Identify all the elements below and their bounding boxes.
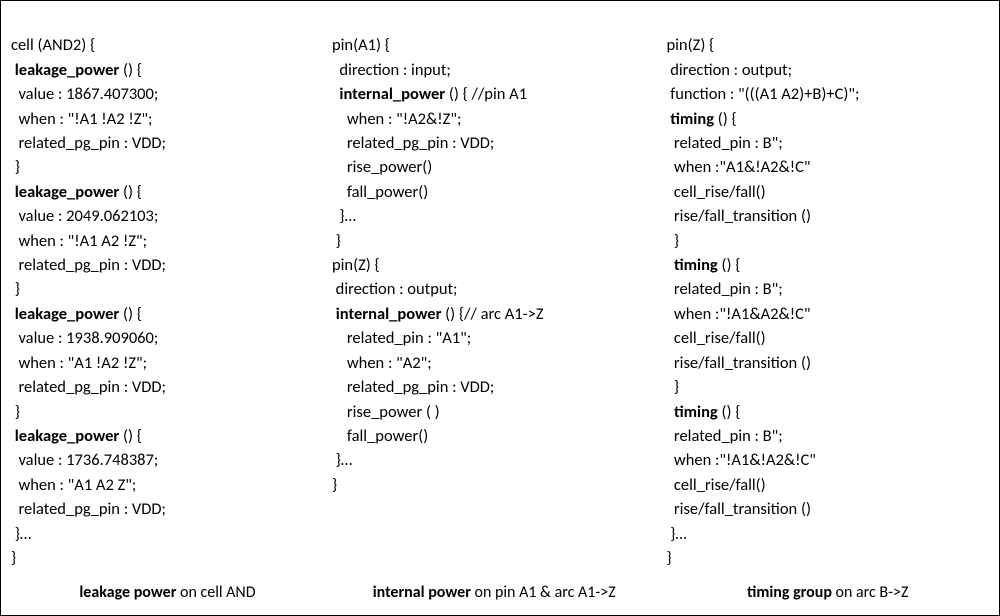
caption-bold: internal power xyxy=(373,583,471,602)
code-line-bold: timing xyxy=(670,109,714,129)
code-line: when : "A1 !A2 !Z"; xyxy=(11,353,147,373)
caption-leakage: leakage power on cell AND xyxy=(11,581,324,609)
caption-internal: internal power on pin A1 & arc A1->Z xyxy=(332,581,657,609)
code-line-bold: leakage_power xyxy=(11,60,119,80)
code-line: when : "!A1 !A2 !Z"; xyxy=(11,109,152,129)
code-line: when : "!A2&!Z"; xyxy=(332,109,461,129)
caption-rest: on cell AND xyxy=(176,583,255,602)
code-line-bold: leakage_power xyxy=(11,426,119,446)
code-line: rise/fall_transition () xyxy=(666,206,811,226)
code-line: () { xyxy=(119,182,142,202)
code-line: }… xyxy=(11,524,31,544)
code-line: } xyxy=(11,279,20,299)
code-line: fall_power() xyxy=(332,426,428,446)
code-line: fall_power() xyxy=(332,182,428,202)
code-line: cell (AND2) { xyxy=(11,35,95,55)
code-line-bold: leakage_power xyxy=(11,182,119,202)
code-line: pin(Z) { xyxy=(332,255,380,275)
column-timing: pin(Z) { direction : output; function : … xyxy=(656,9,989,609)
code-columns: cell (AND2) { leakage_power () { value :… xyxy=(11,9,989,609)
code-line: when :"A1&!A2&!C" xyxy=(666,157,810,177)
code-line: pin(A1) { xyxy=(332,35,390,55)
caption-timing: timing group on arc B->Z xyxy=(666,581,989,609)
code-line: cell_rise/fall() xyxy=(666,328,765,348)
code-line: }… xyxy=(666,524,686,544)
code-line: } xyxy=(666,231,679,251)
column-leakage: cell (AND2) { leakage_power () { value :… xyxy=(11,9,324,609)
code-line-bold: internal_power xyxy=(339,84,445,104)
code-line: function : "(((A1 A2)+B)+C)"; xyxy=(666,84,859,104)
code-line: direction : output; xyxy=(666,60,792,80)
code-line: when : "A1 A2 Z"; xyxy=(11,475,136,495)
code-line: () { xyxy=(119,426,142,446)
code-line: value : 1736.748387; xyxy=(11,450,158,470)
code-line: related_pg_pin : VDD; xyxy=(332,133,494,153)
code-line: when :"!A1&A2&!C" xyxy=(666,304,810,324)
code-line: () {// arc A1->Z xyxy=(441,304,543,324)
code-line xyxy=(666,255,673,275)
code-line: related_pin : B"; xyxy=(666,426,782,446)
caption-rest: on arc B->Z xyxy=(832,583,909,602)
code-line: () { xyxy=(714,109,737,129)
code-line: value : 1867.407300; xyxy=(11,84,158,104)
code-line: } xyxy=(11,548,16,568)
code-line: related_pg_pin : VDD; xyxy=(11,377,166,397)
code-line: cell_rise/fall() xyxy=(666,475,765,495)
code-line: rise/fall_transition () xyxy=(666,499,811,519)
code-line: () { xyxy=(718,402,741,422)
code-line: cell_rise/fall() xyxy=(666,182,765,202)
code-line: related_pin : B"; xyxy=(666,279,782,299)
code-line-bold: leakage_power xyxy=(11,304,119,324)
code-line: } xyxy=(11,402,20,422)
code-line: value : 2049.062103; xyxy=(11,206,158,226)
code-line: } xyxy=(11,157,20,177)
code-line: }… xyxy=(332,206,356,226)
code-line: related_pg_pin : VDD; xyxy=(11,499,166,519)
code-line-bold: timing xyxy=(674,255,718,275)
code-line: }… xyxy=(332,450,352,470)
code-line: related_pg_pin : VDD; xyxy=(11,133,166,153)
code-line: direction : input; xyxy=(332,60,451,80)
code-line: rise_power() xyxy=(332,157,432,177)
code-line: when : "A2"; xyxy=(332,353,432,373)
code-line: () { xyxy=(119,304,142,324)
code-line: rise_power ( ) xyxy=(332,402,440,422)
code-line: direction : output; xyxy=(332,279,458,299)
code-line: related_pin : B"; xyxy=(666,133,782,153)
code-line: () { //pin A1 xyxy=(445,84,527,104)
code-line: pin(Z) { xyxy=(666,35,714,55)
code-line-bold: timing xyxy=(674,402,718,422)
code-block-timing: pin(Z) { direction : output; function : … xyxy=(666,9,989,570)
code-line: related_pg_pin : VDD; xyxy=(11,255,166,275)
code-block-leakage: cell (AND2) { leakage_power () { value :… xyxy=(11,9,324,570)
code-line: } xyxy=(666,548,671,568)
code-line: related_pin : "A1"; xyxy=(332,328,471,348)
code-block-internal: pin(A1) { direction : input; internal_po… xyxy=(332,9,657,497)
caption-bold: timing group xyxy=(747,583,832,602)
code-line-bold: internal_power xyxy=(336,304,442,324)
code-line: () { xyxy=(119,60,142,80)
code-line: when : "!A1 A2 !Z"; xyxy=(11,231,147,251)
code-line: () { xyxy=(718,255,741,275)
code-line: } xyxy=(332,231,341,251)
code-line xyxy=(666,402,673,422)
code-line: } xyxy=(666,377,679,397)
code-line: when :"!A1&!A2&!C" xyxy=(666,450,815,470)
code-line: rise/fall_transition () xyxy=(666,353,811,373)
code-line: value : 1938.909060; xyxy=(11,328,158,348)
caption-rest: on pin A1 & arc A1->Z xyxy=(471,583,616,602)
code-line: } xyxy=(332,475,337,495)
code-line: related_pg_pin : VDD; xyxy=(332,377,494,397)
column-internal: pin(A1) { direction : input; internal_po… xyxy=(324,9,657,609)
caption-bold: leakage power xyxy=(79,583,176,602)
